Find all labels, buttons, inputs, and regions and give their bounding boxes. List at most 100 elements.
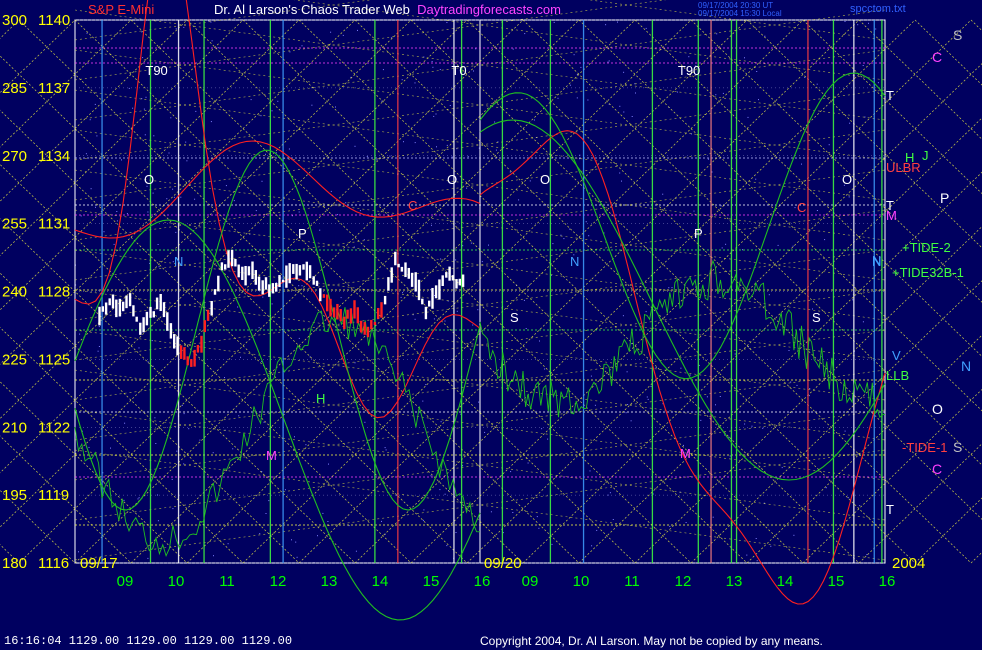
star-dot bbox=[794, 207, 796, 209]
star-dot bbox=[525, 328, 527, 329]
star-dot bbox=[645, 311, 647, 313]
title-text: Dr. Al Larson's Chaos Trader Web bbox=[214, 2, 410, 17]
star-dot bbox=[171, 478, 173, 480]
star-dot bbox=[588, 235, 590, 237]
star-dot bbox=[414, 318, 416, 320]
star-dot bbox=[544, 368, 546, 370]
star-dot bbox=[80, 215, 82, 217]
symbol-label: S&P E-Mini bbox=[88, 2, 155, 17]
line-label: T bbox=[886, 88, 894, 103]
star-dot bbox=[188, 428, 190, 430]
star-dot bbox=[213, 555, 214, 557]
star-dot bbox=[288, 148, 290, 150]
star-dot bbox=[619, 172, 621, 174]
star-dot bbox=[390, 37, 392, 39]
star-dot bbox=[439, 69, 441, 70]
star-dot bbox=[518, 199, 520, 201]
star-dot bbox=[569, 84, 571, 86]
star-dot bbox=[607, 61, 609, 63]
star-dot bbox=[322, 512, 324, 514]
star-dot bbox=[848, 196, 850, 198]
aspect-letter: S bbox=[812, 310, 821, 325]
star-dot bbox=[751, 425, 753, 427]
star-dot bbox=[605, 24, 607, 26]
lattice-line bbox=[914, 497, 982, 564]
y-axis-label: 300 bbox=[2, 12, 27, 29]
star-dot bbox=[157, 520, 159, 522]
star-dot bbox=[363, 239, 365, 241]
price-chart: 300 285 270 255 240 225 210 195 180 1140 1137 1134 1… bbox=[0, 0, 982, 621]
site-link[interactable]: Daytradingforecasts.com bbox=[417, 2, 561, 17]
star-dot bbox=[422, 400, 424, 402]
aspect-letter: O bbox=[144, 172, 154, 187]
star-dot bbox=[116, 211, 118, 212]
star-dot bbox=[175, 28, 177, 30]
star-dot bbox=[809, 388, 811, 390]
star-dot bbox=[328, 463, 329, 465]
star-dot bbox=[446, 22, 448, 23]
star-dot bbox=[168, 152, 170, 154]
star-dot bbox=[113, 243, 115, 245]
star-dot bbox=[635, 92, 636, 94]
star-dot bbox=[494, 121, 496, 123]
star-dot bbox=[311, 104, 313, 106]
star-dot bbox=[433, 115, 435, 117]
star-dot bbox=[712, 516, 714, 518]
star-dot bbox=[742, 249, 743, 251]
star-dot bbox=[208, 20, 210, 22]
x-axis-hour-label: 11 bbox=[624, 573, 640, 590]
x-axis-hour-label: 12 bbox=[270, 573, 287, 590]
aspect-letter: M bbox=[680, 446, 691, 461]
star-dot bbox=[650, 385, 652, 387]
star-dot bbox=[645, 27, 647, 29]
time-price-lattice bbox=[0, 0, 982, 564]
y-axis-label: 285 bbox=[2, 80, 27, 97]
flux-line-red bbox=[479, 130, 886, 605]
star-dot bbox=[263, 421, 265, 423]
star-dot bbox=[446, 144, 448, 146]
star-dot bbox=[576, 74, 578, 75]
star-dot bbox=[478, 401, 480, 403]
star-dot bbox=[781, 467, 783, 469]
star-dot bbox=[354, 362, 356, 364]
star-dot bbox=[685, 522, 687, 523]
star-dot bbox=[560, 234, 562, 236]
star-dot bbox=[509, 171, 511, 173]
star-dot bbox=[440, 421, 442, 423]
star-dot bbox=[155, 443, 157, 444]
star-dot bbox=[123, 499, 125, 501]
star-dot bbox=[147, 361, 149, 363]
star-dot bbox=[756, 560, 758, 562]
aspect-letter: C bbox=[797, 200, 806, 215]
star-dot bbox=[89, 119, 91, 121]
star-dot bbox=[210, 121, 212, 123]
planet-marker: S bbox=[953, 439, 962, 455]
lattice-line bbox=[466, 63, 982, 564]
star-dot bbox=[173, 196, 175, 198]
star-dot bbox=[481, 261, 483, 263]
star-dot bbox=[580, 66, 582, 68]
star-dot bbox=[609, 492, 611, 494]
star-dot bbox=[646, 396, 648, 398]
star-dot bbox=[788, 350, 790, 351]
star-dot bbox=[217, 47, 219, 49]
star-dot bbox=[97, 350, 99, 352]
star-dot bbox=[261, 180, 263, 182]
star-dot bbox=[381, 520, 382, 522]
star-dot bbox=[172, 508, 174, 510]
star-dot bbox=[194, 198, 196, 200]
star-dot bbox=[124, 422, 126, 424]
star-dot bbox=[721, 247, 723, 249]
star-dot bbox=[793, 534, 795, 536]
star-dot bbox=[541, 428, 543, 430]
line-label: M bbox=[886, 208, 897, 223]
y-axis-label: 210 bbox=[2, 419, 27, 436]
star-dot bbox=[563, 238, 565, 240]
aspect-letter: O bbox=[447, 172, 457, 187]
star-dot bbox=[816, 210, 818, 211]
lattice-line bbox=[858, 19, 982, 140]
star-dot bbox=[700, 419, 702, 421]
star-dot bbox=[382, 69, 384, 71]
star-dot bbox=[590, 375, 592, 377]
star-dot bbox=[536, 516, 538, 518]
